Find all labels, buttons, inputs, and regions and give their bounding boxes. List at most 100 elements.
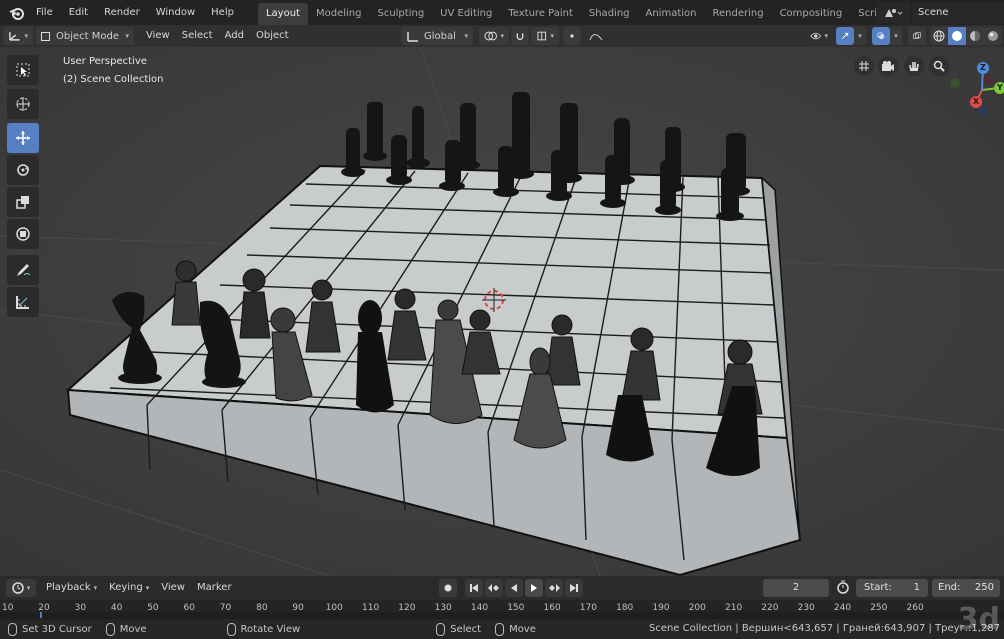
tab-rendering[interactable]: Rendering [704,3,771,25]
menu-file[interactable]: File [28,0,61,25]
gizmo-toggle[interactable] [836,27,854,45]
tab-sculpting[interactable]: Sculpting [369,3,432,25]
tool-cursor[interactable] [7,89,39,119]
tab-modeling[interactable]: Modeling [308,3,370,25]
start-value: 1 [913,582,920,593]
overlay-dropdown[interactable]: ▾ [890,27,902,45]
status-select-action: Select [450,623,482,635]
end-label: End: [938,582,961,593]
jump-start-icon [470,584,478,592]
shading-rendered-button[interactable] [984,27,1002,45]
mouse-left-icon [8,622,17,636]
end-frame-field[interactable]: End: 250 [932,579,1000,597]
prev-keyframe-icon [488,584,499,592]
collection-label: (2) Scene Collection [63,74,164,85]
menu-help[interactable]: Help [203,0,242,25]
tab-compositing[interactable]: Compositing [772,3,851,25]
scene-name-field[interactable]: Scene [912,2,1004,23]
pivot-dropdown[interactable]: ▾ [479,27,509,45]
timeline-menu-marker[interactable]: Marker [191,577,238,599]
tab-uv-editing[interactable]: UV Editing [432,3,500,25]
tool-scale[interactable] [7,187,39,217]
chessboard-scene [0,47,1004,576]
tool-shelf [7,55,39,319]
rendered-sphere-icon [988,31,998,41]
preview-range-toggle[interactable] [836,580,850,597]
start-frame-field[interactable]: Start: 1 [856,579,928,597]
timeline-strip[interactable] [0,612,1004,618]
menu-render[interactable]: Render [96,0,148,25]
xray-toggle[interactable] [908,27,926,45]
toggle-view-grid-button[interactable] [854,56,874,76]
blender-logo-icon[interactable] [6,0,28,25]
gizmo-dropdown[interactable]: ▾ [854,27,866,45]
visibility-dropdown[interactable]: ▾ [805,27,833,45]
magnifier-icon [933,60,945,72]
falloff-curve-icon [589,34,603,41]
tool-select-box[interactable] [7,55,39,85]
current-frame-field[interactable]: 2 [763,579,829,597]
play-reverse-button[interactable] [505,579,523,597]
3d-viewport[interactable]: User Perspective (2) Scene Collection Z … [0,47,1004,576]
tab-animation[interactable]: Animation [638,3,705,25]
menu-view[interactable]: View [140,25,176,47]
mouse-right-icon [436,622,446,636]
zoom-view-button[interactable] [929,56,949,76]
mode-dropdown[interactable]: Object Mode ▾ [36,27,134,45]
shading-wireframe-button[interactable] [930,27,948,45]
workspace-tabs: Layout Modeling Sculpting UV Editing Tex… [257,0,931,25]
tool-rotate[interactable] [7,155,39,185]
orientation-label: Global [424,30,456,42]
snap-target-dropdown[interactable]: ▾ [531,27,559,45]
gizmo-z-label: Z [980,63,986,72]
shading-solid-button[interactable] [948,27,966,45]
camera-view-button[interactable] [878,56,898,76]
hand-icon [909,62,919,72]
falloff-dropdown[interactable] [583,27,609,45]
orientation-dropdown[interactable]: Global ▾ [401,27,473,45]
prev-keyframe-button[interactable] [485,579,503,597]
jump-start-button[interactable] [465,579,483,597]
status-move: Move [495,622,536,636]
menu-object[interactable]: Object [250,25,295,47]
timeline-menu-view[interactable]: View [155,577,191,599]
timeline-menu-keying[interactable]: Keying ▾ [103,577,155,599]
playhead[interactable] [40,612,42,618]
tool-move[interactable] [7,123,39,153]
rotate-icon [17,164,29,176]
tab-texture-paint[interactable]: Texture Paint [500,3,581,25]
transform-icon [16,227,30,241]
pencil-icon [17,264,31,276]
play-button[interactable] [525,579,543,597]
timeline-editor-type-button[interactable]: ▾ [6,579,36,597]
status-select: Select [436,622,482,636]
record-dot-icon [444,584,452,592]
tool-measure[interactable] [7,287,39,317]
tab-shading[interactable]: Shading [581,3,638,25]
mouse-middle-icon [226,622,236,636]
next-keyframe-icon [549,584,560,592]
editor-type-button[interactable]: ▾ [3,27,33,45]
pan-view-button[interactable] [904,56,924,76]
menu-window[interactable]: Window [148,0,203,25]
menu-add[interactable]: Add [219,25,250,47]
proportional-edit-toggle[interactable] [563,27,581,45]
menu-edit[interactable]: Edit [61,0,96,25]
record-button[interactable] [439,579,457,597]
axes-icon [9,32,20,41]
clock-icon [11,582,24,594]
overlay-toggle[interactable] [872,27,890,45]
tool-transform[interactable] [7,219,39,249]
status-bar: Set 3D Cursor Move Rotate View Select Mo… [0,619,1004,639]
shading-material-button[interactable] [966,27,984,45]
playback-controls [437,579,583,597]
timeline-menu-playback[interactable]: Playback ▾ [40,577,103,599]
tab-layout[interactable]: Layout [257,3,308,25]
menu-select[interactable]: Select [176,25,219,47]
tool-annotate[interactable] [7,255,39,285]
next-keyframe-button[interactable] [545,579,563,597]
start-label: Start: [864,582,892,593]
jump-end-button[interactable] [565,579,583,597]
snap-toggle[interactable] [511,27,529,45]
scene-icon[interactable] [876,2,910,23]
